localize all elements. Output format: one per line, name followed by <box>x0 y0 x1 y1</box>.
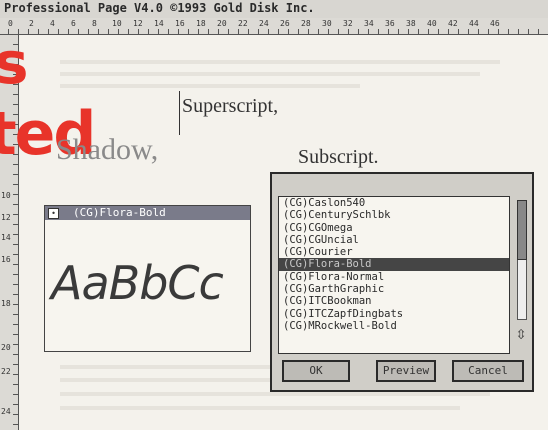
ruler-tick: 24 <box>259 19 269 28</box>
ruler-tick: 40 <box>427 19 437 28</box>
font-preview-title: (CG)Flora-Bold <box>73 206 166 219</box>
font-selector-dialog: (CG)Caslon540 (CG)CenturySchlbk (CG)CGOm… <box>270 172 534 392</box>
ruler-tick: 20 <box>1 343 11 352</box>
scrollbar-thumb[interactable] <box>517 200 527 260</box>
ruler-tick: 32 <box>343 19 353 28</box>
font-list-item[interactable]: (CG)ITCZapfDingbats <box>279 308 509 320</box>
font-list[interactable]: (CG)Caslon540 (CG)CenturySchlbk (CG)CGOm… <box>278 196 510 354</box>
font-list-item[interactable]: (CG)MRockwell-Bold <box>279 320 509 332</box>
font-sample-text: AaBbCc <box>51 256 224 310</box>
ruler-tick: 8 <box>92 19 97 28</box>
font-list-item[interactable]: (CG)CenturySchlbk <box>279 209 509 221</box>
faded-text-line <box>60 60 500 64</box>
ruler-tick: 18 <box>1 299 11 308</box>
font-list-item[interactable]: (CG)CGOmega <box>279 222 509 234</box>
ruler-tick: 12 <box>1 213 11 222</box>
preview-button[interactable]: Preview <box>376 360 436 382</box>
ruler-tick: 10 <box>112 19 122 28</box>
font-list-item[interactable]: (CG)Caslon540 <box>279 197 509 209</box>
ruler-tick: 30 <box>322 19 332 28</box>
ruler-tick: 0 <box>8 19 13 28</box>
ruler-tick: 6 <box>71 19 76 28</box>
ok-button[interactable]: OK <box>282 360 350 382</box>
subscript-sample-text[interactable]: Subscript. <box>298 146 379 169</box>
shadow-sample-text[interactable]: Shadow, <box>56 133 158 167</box>
faded-text-line <box>60 72 480 76</box>
font-list-scrollbar[interactable]: ⇳ <box>514 196 528 350</box>
ruler-tick: 46 <box>490 19 500 28</box>
font-list-item[interactable]: (CG)Flora-Normal <box>279 271 509 283</box>
font-list-item-selected[interactable]: (CG)Flora-Bold <box>279 258 509 271</box>
ruler-tick: 18 <box>196 19 206 28</box>
ruler-tick: 10 <box>1 191 11 200</box>
font-list-item[interactable]: (CG)ITCBookman <box>279 295 509 307</box>
ruler-tick: 14 <box>1 233 11 242</box>
ruler-tick: 4 <box>50 19 55 28</box>
ruler-tick: 28 <box>301 19 311 28</box>
scroll-arrows-icon[interactable]: ⇳ <box>514 324 528 344</box>
ruler-tick: 12 <box>133 19 143 28</box>
app-title-bar: Professional Page V4.0 ©1993 Gold Disk I… <box>0 0 548 19</box>
font-list-item[interactable]: (CG)Courier <box>279 246 509 258</box>
ruler-tick: 26 <box>280 19 290 28</box>
ruler-tick: 22 <box>238 19 248 28</box>
ruler-tick: 16 <box>175 19 185 28</box>
ruler-tick: 16 <box>1 255 11 264</box>
font-list-item[interactable]: (CG)GarthGraphic <box>279 283 509 295</box>
font-preview-window: • (CG)Flora-Bold AaBbCc <box>44 205 251 352</box>
headline-fragment: s <box>0 29 29 97</box>
ruler-tick: 14 <box>154 19 164 28</box>
close-box-icon[interactable]: • <box>48 208 59 219</box>
cancel-button[interactable]: Cancel <box>452 360 524 382</box>
superscript-sample-text[interactable]: Superscript, <box>182 95 278 118</box>
ruler-tick: 34 <box>364 19 374 28</box>
ruler-tick: 36 <box>385 19 395 28</box>
font-list-item[interactable]: (CG)CGUncial <box>279 234 509 246</box>
font-preview-title-bar[interactable]: • (CG)Flora-Bold <box>45 206 250 220</box>
ruler-tick: 24 <box>1 407 11 416</box>
horizontal-ruler[interactable]: 0 2 4 6 8 10 12 14 16 18 20 22 24 26 28 … <box>0 18 548 35</box>
text-cursor <box>179 91 180 135</box>
faded-text-line <box>60 406 460 410</box>
ruler-tick: 42 <box>448 19 458 28</box>
faded-text-line <box>60 84 360 88</box>
ruler-tick: 38 <box>406 19 416 28</box>
ruler-tick: 20 <box>217 19 227 28</box>
faded-text-line <box>60 392 490 396</box>
ruler-tick: 44 <box>469 19 479 28</box>
ruler-tick: 22 <box>1 367 11 376</box>
app-title: Professional Page V4.0 ©1993 Gold Disk I… <box>4 1 315 15</box>
ruler-tick: 2 <box>29 19 34 28</box>
